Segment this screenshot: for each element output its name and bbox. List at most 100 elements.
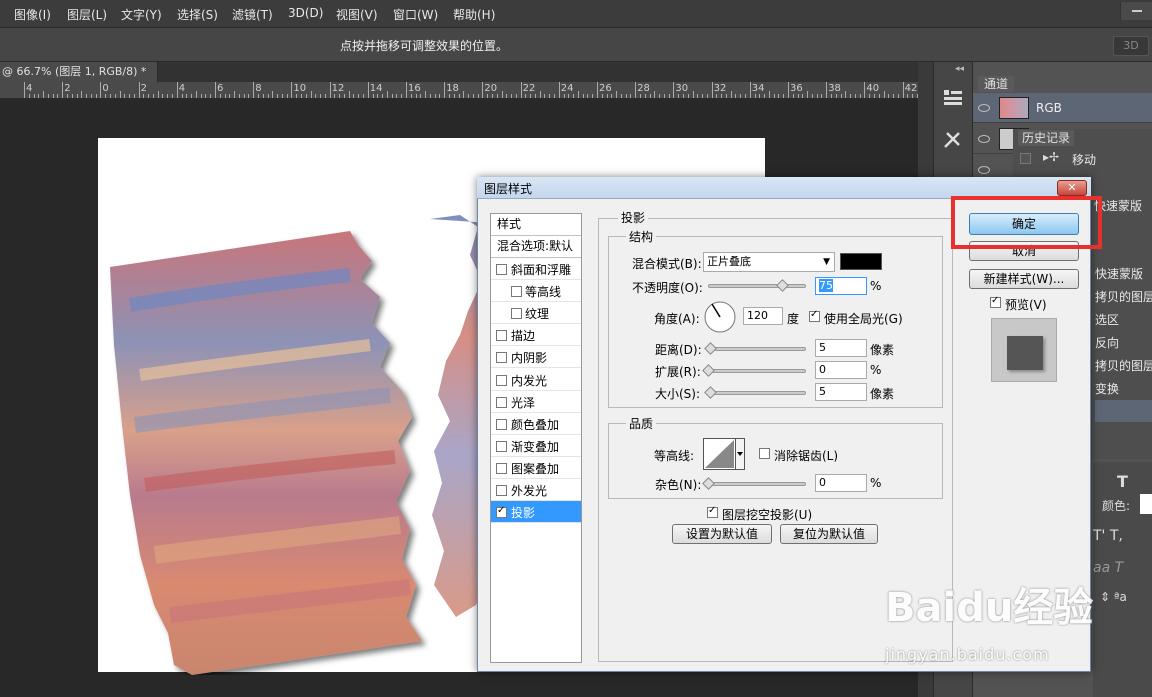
noise-input[interactable]: 0 xyxy=(815,474,867,492)
ruler-tick xyxy=(477,94,479,98)
spread-slider[interactable] xyxy=(708,369,806,373)
style-item[interactable]: 内阴影 xyxy=(491,346,581,369)
menu-type[interactable]: 文字(Y) xyxy=(121,6,162,23)
visibility-eye-icon[interactable] xyxy=(978,135,990,143)
ruler-tick xyxy=(296,94,298,98)
knockout-checkbox[interactable] xyxy=(707,505,718,518)
ruler-tick xyxy=(205,94,207,98)
angle-input[interactable]: 120 xyxy=(743,307,783,325)
anti-alias-checkbox[interactable] xyxy=(759,448,770,459)
blend-mode-select[interactable]: 正片叠底 ▼ xyxy=(703,252,835,272)
spread-input[interactable]: 0 xyxy=(815,361,867,379)
style-item[interactable]: 光泽 xyxy=(491,391,581,413)
history-selected-row[interactable] xyxy=(1095,400,1152,422)
properties-icon[interactable] xyxy=(940,86,966,110)
collapse-panels-icon[interactable]: ◂◂ xyxy=(955,64,964,74)
menu-layer[interactable]: 图层(L) xyxy=(67,6,107,23)
ruler-label: 28 xyxy=(637,83,650,94)
style-item-checkbox[interactable] xyxy=(496,374,507,386)
antialias-select-icon: ⇕ ªa xyxy=(1100,590,1127,604)
style-item-checkbox[interactable] xyxy=(496,264,507,275)
ruler-tick xyxy=(687,94,689,98)
style-item[interactable]: 等高线 xyxy=(491,280,581,303)
style-item-checkbox[interactable] xyxy=(496,505,507,519)
history-item-partial[interactable]: 反向 xyxy=(1095,334,1119,351)
history-item-partial[interactable]: 拷贝的图层 xyxy=(1095,357,1152,374)
style-item[interactable]: 描边 xyxy=(491,324,581,347)
minimize-button[interactable] xyxy=(1120,2,1152,20)
tab-channels[interactable]: 通道 xyxy=(978,76,1015,92)
style-item-label: 纹理 xyxy=(525,307,550,322)
blend-options-item[interactable]: 混合选项:默认 xyxy=(491,236,581,258)
style-item[interactable]: 投影 xyxy=(491,501,581,524)
style-item-checkbox[interactable] xyxy=(496,396,507,408)
style-item[interactable]: 外发光 xyxy=(491,479,581,501)
style-item-checkbox[interactable] xyxy=(511,286,522,298)
ruler-tick xyxy=(582,94,584,98)
style-item[interactable]: 内发光 xyxy=(491,369,581,391)
menu-view[interactable]: 视图(V) xyxy=(336,6,378,23)
reset-default-button[interactable]: 复位为默认值 xyxy=(780,524,878,544)
menu-filter[interactable]: 滤镜(T) xyxy=(232,6,273,23)
text-color-swatch[interactable] xyxy=(1140,494,1152,514)
style-item-checkbox[interactable] xyxy=(496,418,507,430)
size-input[interactable]: 5 xyxy=(815,383,867,401)
menu-select[interactable]: 选择(S) xyxy=(177,6,218,23)
contour-picker[interactable] xyxy=(703,438,745,470)
ruler-tick xyxy=(448,94,450,98)
pixels-unit: 像素 xyxy=(870,343,895,357)
ruler-tick xyxy=(81,91,83,98)
set-default-button[interactable]: 设置为默认值 xyxy=(672,524,772,544)
style-item-checkbox[interactable] xyxy=(496,462,507,474)
distance-slider[interactable] xyxy=(708,347,806,351)
opacity-slider[interactable] xyxy=(708,284,806,288)
styles-header[interactable]: 样式 xyxy=(491,214,581,236)
history-snapshot-checkbox[interactable] xyxy=(1020,153,1031,164)
menu-window[interactable]: 窗口(W) xyxy=(393,6,438,23)
size-slider[interactable] xyxy=(708,391,806,395)
history-item-partial[interactable]: 拷贝的图层 xyxy=(1095,288,1152,305)
visibility-eye-icon[interactable] xyxy=(978,104,990,112)
shadow-color-swatch[interactable] xyxy=(840,253,882,270)
tab-strip xyxy=(158,62,933,82)
style-item-checkbox[interactable] xyxy=(496,485,507,496)
opacity-value: 75 xyxy=(819,279,833,292)
style-item[interactable]: 纹理 xyxy=(491,302,581,325)
menu-image[interactable]: 图像(I) xyxy=(14,6,51,23)
menu-help[interactable]: 帮助(H) xyxy=(453,6,495,23)
ruler-tick xyxy=(539,91,541,98)
style-item-checkbox[interactable] xyxy=(496,440,507,452)
tools-icon[interactable] xyxy=(940,128,966,152)
noise-slider[interactable] xyxy=(708,482,806,486)
document-tab[interactable]: @ 66.7% (图层 1, RGB/8) * × xyxy=(0,62,167,82)
history-item-partial[interactable]: 快速蒙版 xyxy=(1095,265,1143,282)
3d-mode-button[interactable]: 3D xyxy=(1113,36,1149,56)
ruler-tick xyxy=(816,94,818,98)
close-icon[interactable]: ✕ xyxy=(1057,180,1087,196)
style-item-checkbox[interactable] xyxy=(496,330,507,342)
history-item-partial[interactable]: 选区 xyxy=(1095,311,1119,328)
ruler-label: 26 xyxy=(599,83,612,94)
global-light-checkbox[interactable] xyxy=(809,309,820,322)
menu-3d[interactable]: 3D(D) xyxy=(288,6,323,20)
history-item-partial[interactable]: 变换 xyxy=(1095,380,1119,397)
new-style-button[interactable]: 新建样式(W)... xyxy=(969,269,1079,289)
antialias-icon: aa T xyxy=(1093,560,1124,576)
style-item[interactable]: 斜面和浮雕 xyxy=(491,258,581,280)
tab-history[interactable]: 历史记录 xyxy=(1018,130,1075,146)
visibility-eye-icon[interactable] xyxy=(978,166,990,174)
opacity-input[interactable]: 75 xyxy=(815,277,867,295)
style-item[interactable]: 颜色叠加 xyxy=(491,413,581,435)
distance-input[interactable]: 5 xyxy=(815,339,867,357)
ruler-tick xyxy=(468,94,470,98)
channel-label-rgb: RGB xyxy=(1036,101,1062,115)
color-label: 颜色: xyxy=(1102,499,1131,513)
ruler-tick xyxy=(324,94,326,98)
style-item-checkbox[interactable] xyxy=(511,308,522,320)
preview-checkbox[interactable] xyxy=(990,295,1001,308)
history-item-move[interactable]: 移动 xyxy=(1072,151,1096,168)
style-item[interactable]: 图案叠加 xyxy=(491,457,581,479)
style-item-checkbox[interactable] xyxy=(496,352,507,364)
style-item[interactable]: 渐变叠加 xyxy=(491,435,581,457)
angle-dial[interactable] xyxy=(703,300,737,334)
